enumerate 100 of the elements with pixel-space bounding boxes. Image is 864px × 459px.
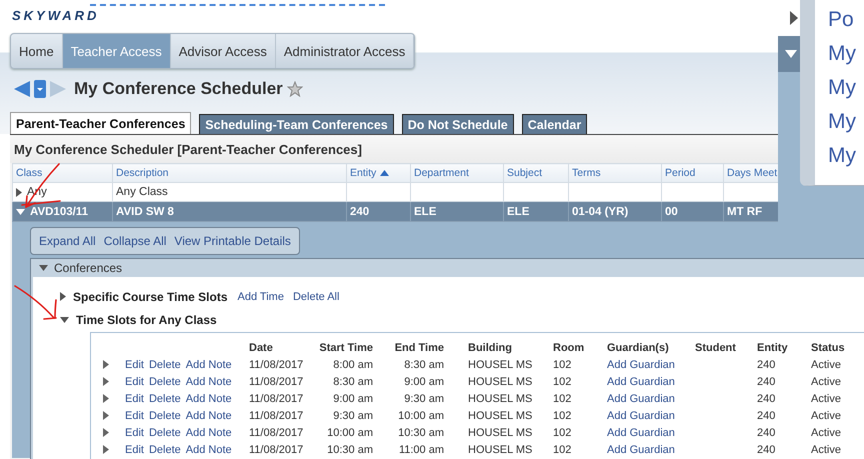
column-header: Guardian(s): [607, 342, 669, 354]
table-cell: 102: [553, 444, 572, 456]
tab[interactable]: Calendar: [522, 114, 588, 134]
caret-right-icon[interactable]: [60, 292, 66, 301]
caret-down-icon[interactable]: [16, 208, 25, 214]
caret-right-icon[interactable]: [102, 377, 108, 386]
table-cell: HOUSEL MS: [468, 444, 532, 456]
table-cell: 102: [553, 426, 572, 438]
table-cell: Active: [811, 392, 841, 404]
table-cell: 11/08/2017: [249, 426, 304, 438]
page-title: My Conference Scheduler: [74, 79, 283, 99]
action-link[interactable]: Edit: [125, 410, 144, 422]
action-link[interactable]: View Printable Details: [174, 234, 291, 248]
action-link[interactable]: Add Note: [186, 444, 232, 456]
table-cell: 9:00 am: [333, 392, 373, 404]
table-cell: 8:30 am: [404, 358, 444, 370]
table-cell: HOUSEL MS: [468, 376, 532, 388]
table-cell: Active: [811, 376, 841, 388]
column-header: Room: [553, 342, 584, 354]
table-cell: 240: [757, 392, 776, 404]
column-header: Date: [249, 342, 273, 354]
add-guardian-link[interactable]: Add Guardian: [607, 358, 675, 370]
action-link[interactable]: Edit: [125, 444, 144, 456]
table-cell: Active: [811, 410, 841, 422]
column-header[interactable]: Terms: [572, 167, 601, 179]
action-link[interactable]: Edit: [125, 392, 144, 404]
table-cell: HOUSEL MS: [468, 410, 532, 422]
column-header[interactable]: Description: [116, 167, 169, 179]
annotation-arrow: [14, 285, 57, 320]
menu-item[interactable]: My: [828, 39, 864, 73]
table-cell: Active: [811, 426, 841, 438]
action-link[interactable]: Delete: [148, 376, 181, 388]
table-cell: 11/08/2017: [249, 376, 304, 388]
caret-right-icon[interactable]: [102, 411, 108, 420]
caret-down-icon[interactable]: [785, 50, 797, 58]
table-cell: Active: [811, 358, 841, 370]
column-header: End Time: [394, 342, 444, 354]
table-cell: 9:30 am: [333, 410, 373, 422]
tab[interactable]: Do Not Schedule: [402, 114, 514, 134]
dropdown-icon[interactable]: [34, 80, 46, 98]
action-link[interactable]: Edit: [125, 376, 144, 388]
star-icon[interactable]: [286, 81, 303, 97]
menu-item[interactable]: My: [828, 107, 864, 141]
caret-right-icon[interactable]: [102, 445, 108, 454]
action-link[interactable]: Collapse All: [104, 234, 166, 248]
column-header: Start Time: [319, 342, 373, 354]
table-cell: MT RF: [727, 206, 762, 218]
menu-item[interactable]: Po: [828, 5, 864, 39]
table-cell: AVD103/11: [30, 206, 88, 218]
table-cell: 102: [553, 358, 572, 370]
tab[interactable]: Scheduling-Team Conferences: [199, 114, 394, 134]
column-header[interactable]: Class: [16, 167, 42, 179]
caret-down-icon[interactable]: [39, 265, 48, 271]
action-link[interactable]: Expand All: [39, 234, 96, 248]
table-cell: 102: [553, 376, 572, 388]
table-cell: 10:30 am: [398, 426, 444, 438]
action-link[interactable]: Delete: [148, 426, 181, 438]
table-cell: Any Class: [116, 186, 168, 198]
action-link[interactable]: Delete All: [292, 290, 340, 302]
column-header: Student: [695, 342, 736, 354]
panel-title: My Conference Scheduler [Parent-Teacher Conferences]: [14, 142, 362, 156]
table-cell: ELE: [414, 206, 436, 218]
action-link[interactable]: Add Note: [186, 392, 232, 404]
action-link[interactable]: Add Note: [186, 410, 232, 422]
tab[interactable]: Parent-Teacher Conferences: [10, 112, 192, 134]
action-link[interactable]: Add Note: [186, 426, 232, 438]
caret-right-icon[interactable]: [790, 11, 798, 25]
action-link[interactable]: Delete: [148, 358, 181, 370]
action-link[interactable]: Edit: [125, 426, 144, 438]
add-guardian-link[interactable]: Add Guardian: [607, 392, 675, 404]
back-arrow-icon[interactable]: [14, 81, 30, 97]
add-guardian-link[interactable]: Add Guardian: [607, 376, 675, 388]
table-cell: 11/08/2017: [249, 444, 304, 456]
action-link[interactable]: Delete: [148, 444, 181, 456]
caret-right-icon[interactable]: [102, 394, 108, 403]
caret-right-icon[interactable]: [102, 428, 108, 437]
action-link[interactable]: Delete: [148, 392, 181, 404]
table-cell: 240: [757, 444, 776, 456]
nav-tab[interactable]: Advisor Access: [170, 34, 276, 68]
menu-item[interactable]: My: [828, 73, 864, 107]
add-guardian-link[interactable]: Add Guardian: [607, 426, 675, 438]
table-cell: 240: [350, 206, 370, 218]
add-guardian-link[interactable]: Add Guardian: [607, 410, 675, 422]
action-link[interactable]: Add Note: [186, 376, 232, 388]
menu-item[interactable]: My: [828, 141, 864, 175]
column-header: Entity: [757, 342, 788, 354]
table-cell: 10:00 am: [398, 410, 444, 422]
caret-right-icon[interactable]: [16, 188, 22, 196]
action-link[interactable]: Delete: [148, 410, 181, 422]
action-link[interactable]: Edit: [125, 358, 144, 370]
caret-down-icon[interactable]: [60, 316, 69, 322]
add-guardian-link[interactable]: Add Guardian: [607, 444, 675, 456]
table-cell: 10:30 am: [327, 444, 373, 456]
caret-right-icon[interactable]: [102, 360, 108, 369]
table-cell: 11/08/2017: [249, 410, 304, 422]
table-cell: 9:00 am: [404, 376, 444, 388]
action-link[interactable]: Add Time: [238, 290, 284, 302]
skyward-logo: SKYWARD: [12, 8, 100, 23]
action-link[interactable]: Add Note: [186, 358, 232, 370]
nav-tab[interactable]: Administrator Access: [276, 34, 414, 68]
